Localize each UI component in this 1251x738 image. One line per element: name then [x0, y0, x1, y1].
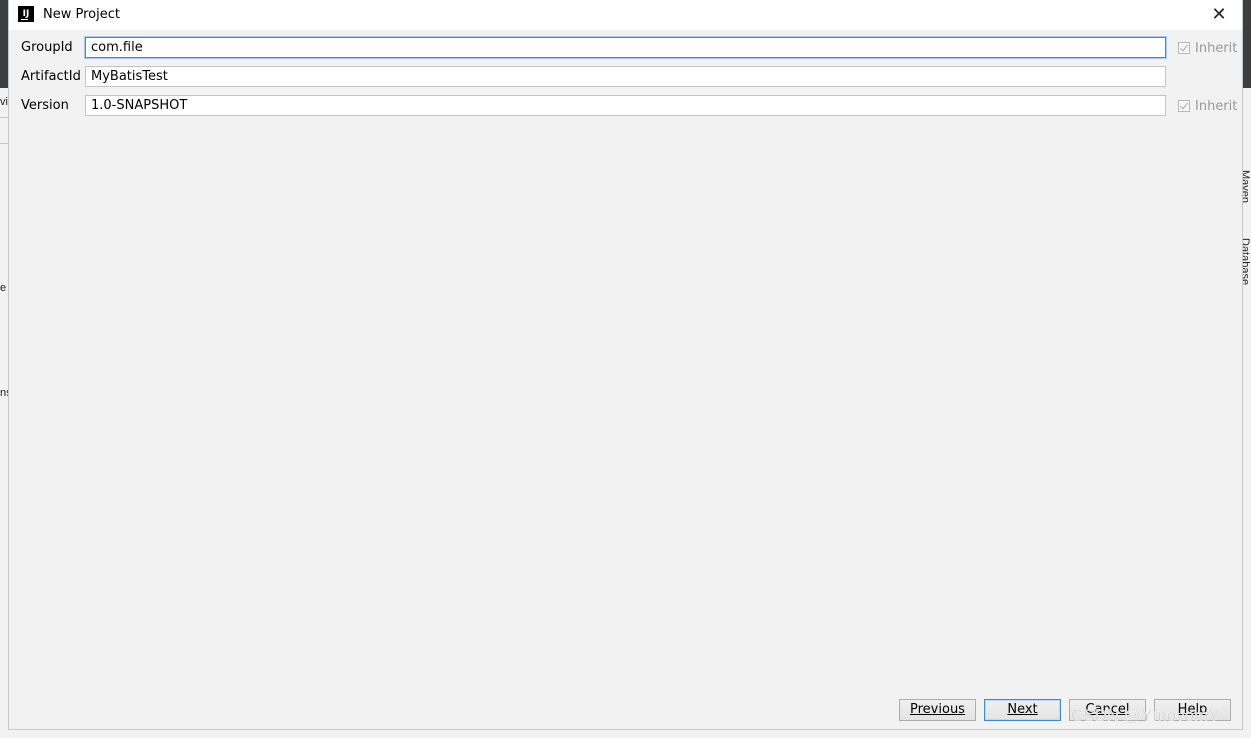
background-ide-right-dark: [1243, 0, 1251, 88]
version-field[interactable]: 1.0-SNAPSHOT: [85, 95, 1166, 116]
version-inherit-checkbox[interactable]: Inherit: [1178, 98, 1237, 114]
groupid-inherit-checkbox[interactable]: Inherit: [1178, 40, 1237, 56]
background-ide-right: [1243, 0, 1251, 738]
groupid-field[interactable]: com.file: [85, 37, 1166, 58]
background-divider: [0, 143, 8, 144]
help-button[interactable]: Help: [1154, 699, 1231, 721]
artifactid-field[interactable]: MyBatisTest: [85, 66, 1166, 87]
intellij-idea-icon: IJ: [18, 6, 34, 22]
groupid-label: GroupId: [21, 40, 73, 55]
dialog-title: New Project: [43, 7, 120, 22]
background-fragment: vi: [0, 96, 8, 108]
background-ide-left-dark: [0, 0, 8, 88]
previous-button[interactable]: Previous: [899, 699, 976, 721]
background-divider: [0, 117, 8, 118]
background-fragment: e: [0, 282, 7, 294]
background-ide-bottom: [0, 730, 1251, 738]
inherit-label: Inherit: [1195, 98, 1238, 114]
inherit-label: Inherit: [1195, 40, 1238, 56]
dialog-titlebar: IJ New Project ✕: [9, 0, 1242, 30]
version-label: Version: [21, 98, 69, 113]
checkbox-icon: [1178, 100, 1190, 112]
cancel-button[interactable]: Cancel: [1069, 699, 1146, 721]
database-tool-tab: Database: [1243, 238, 1251, 286]
new-project-dialog: IJ New Project ✕ GroupId com.file Inheri…: [8, 0, 1243, 730]
checkbox-icon: [1178, 42, 1190, 54]
next-button[interactable]: Next: [984, 699, 1061, 721]
background-ide-left: [0, 0, 8, 738]
maven-tool-tab: Maven: [1243, 170, 1251, 204]
close-icon[interactable]: ✕: [1209, 5, 1229, 25]
artifactid-label: ArtifactId: [21, 69, 81, 84]
